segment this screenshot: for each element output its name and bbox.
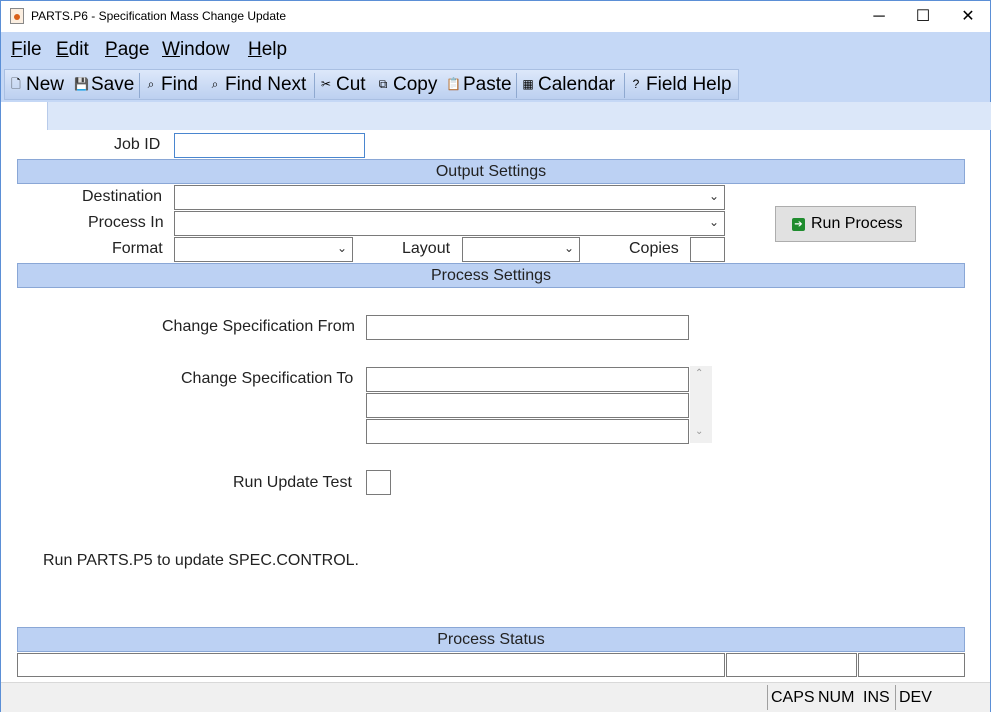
process-status-cell-3: [858, 653, 965, 677]
status-bar: CAPS NUM INS DEV: [1, 682, 990, 712]
job-id-label: Job ID: [114, 136, 161, 153]
menu-file[interactable]: File: [11, 39, 42, 61]
change-spec-to-scrollbar[interactable]: ⌃ ⌄: [690, 366, 712, 443]
dev-indicator: DEV: [899, 689, 932, 706]
page-tab-bar: [47, 102, 991, 130]
save-icon: 💾: [74, 77, 89, 91]
copies-input[interactable]: [690, 237, 725, 262]
chevron-down-icon: ⌄: [336, 241, 347, 255]
run-arrow-icon: ➔: [792, 218, 805, 231]
new-document-icon: 🗋: [11, 77, 21, 91]
toolbar-separator: [624, 73, 625, 98]
output-settings-header: Output Settings: [17, 159, 965, 184]
close-button[interactable]: ✕: [945, 1, 991, 32]
ins-indicator: INS: [863, 689, 890, 706]
paste-icon: 📋: [446, 77, 461, 91]
scroll-down-icon[interactable]: ⌄: [695, 426, 703, 437]
job-id-input[interactable]: [174, 133, 365, 158]
destination-label: Destination: [82, 188, 163, 205]
destination-select[interactable]: ⌄: [174, 185, 725, 210]
copy-button[interactable]: ⧉ Copy: [376, 74, 438, 98]
change-spec-from-input[interactable]: [366, 315, 689, 340]
maximize-button[interactable]: ☐: [900, 1, 946, 32]
minimize-button[interactable]: ─: [856, 1, 902, 32]
form-content: Job ID Output Settings Destination ⌄ Pro…: [1, 130, 990, 682]
help-icon: ?: [632, 77, 640, 91]
process-in-select[interactable]: ⌄: [174, 211, 725, 236]
process-status-message: [17, 653, 725, 677]
scissors-icon: ✂: [320, 77, 332, 91]
change-spec-to-input-2[interactable]: [366, 393, 689, 418]
note-text: Run PARTS.P5 to update SPEC.CONTROL.: [43, 552, 359, 569]
menu-page[interactable]: Page: [105, 39, 149, 61]
process-status-cell-2: [726, 653, 857, 677]
menu-edit[interactable]: Edit: [56, 39, 89, 61]
status-divider: [767, 685, 768, 710]
field-help-button[interactable]: ? Field Help: [629, 74, 732, 98]
change-spec-to-input-1[interactable]: [366, 367, 689, 392]
save-button[interactable]: 💾 Save: [74, 74, 134, 98]
calendar-icon: ▦: [522, 77, 534, 91]
cut-button[interactable]: ✂ Cut: [319, 74, 366, 98]
toolbar: 🗋 New 💾 Save ⌕ Find ⌕ Find Next ✂ Cut ⧉ Copy 📋…: [1, 68, 990, 102]
status-divider: [895, 685, 896, 710]
toolbar-separator: [314, 73, 315, 98]
binoculars-icon: ⌕: [147, 77, 155, 91]
window-title: PARTS.P6 - Specification Mass Change Upd…: [31, 9, 287, 23]
menu-bar: File Edit Page Window Help: [1, 32, 990, 68]
find-button[interactable]: ⌕ Find: [144, 74, 198, 98]
find-next-button[interactable]: ⌕ Find Next: [208, 74, 307, 98]
chevron-down-icon: ⌄: [563, 241, 574, 255]
copy-icon: ⧉: [378, 77, 388, 91]
toolbar-separator: [516, 73, 517, 98]
chevron-down-icon: ⌄: [708, 189, 719, 203]
change-spec-to-input-3[interactable]: [366, 419, 689, 444]
calendar-button[interactable]: ▦ Calendar: [521, 74, 615, 98]
new-button[interactable]: 🗋 New: [9, 74, 64, 98]
paste-button[interactable]: 📋 Paste: [446, 74, 512, 98]
caps-indicator: CAPS: [771, 689, 815, 706]
copies-label: Copies: [629, 240, 679, 257]
menu-help[interactable]: Help: [248, 39, 287, 61]
title-bar: PARTS.P6 - Specification Mass Change Upd…: [1, 1, 990, 32]
run-update-test-checkbox[interactable]: [366, 470, 391, 495]
application-window: PARTS.P6 - Specification Mass Change Upd…: [0, 0, 991, 712]
find-next-icon: ⌕: [211, 77, 219, 91]
process-settings-header: Process Settings: [17, 263, 965, 288]
toolbar-strip: 🗋 New 💾 Save ⌕ Find ⌕ Find Next ✂ Cut ⧉ Copy 📋…: [4, 69, 739, 100]
process-in-label: Process In: [88, 214, 164, 231]
app-icon: [10, 8, 24, 24]
toolbar-separator: [139, 73, 140, 98]
format-label: Format: [112, 240, 163, 257]
tab-strip: [1, 102, 991, 130]
format-select[interactable]: ⌄: [174, 237, 353, 262]
run-process-button[interactable]: ➔ Run Process: [775, 206, 916, 242]
layout-label: Layout: [402, 240, 451, 257]
change-spec-to-label: Change Specification To: [181, 370, 354, 387]
num-indicator: NUM: [818, 689, 855, 706]
layout-select[interactable]: ⌄: [462, 237, 580, 262]
menu-window[interactable]: Window: [162, 39, 230, 61]
process-status-header: Process Status: [17, 627, 965, 652]
run-update-test-label: Run Update Test: [233, 474, 352, 491]
scroll-up-icon[interactable]: ⌃: [695, 368, 703, 379]
change-spec-from-label: Change Specification From: [162, 318, 355, 335]
chevron-down-icon: ⌄: [708, 215, 719, 229]
